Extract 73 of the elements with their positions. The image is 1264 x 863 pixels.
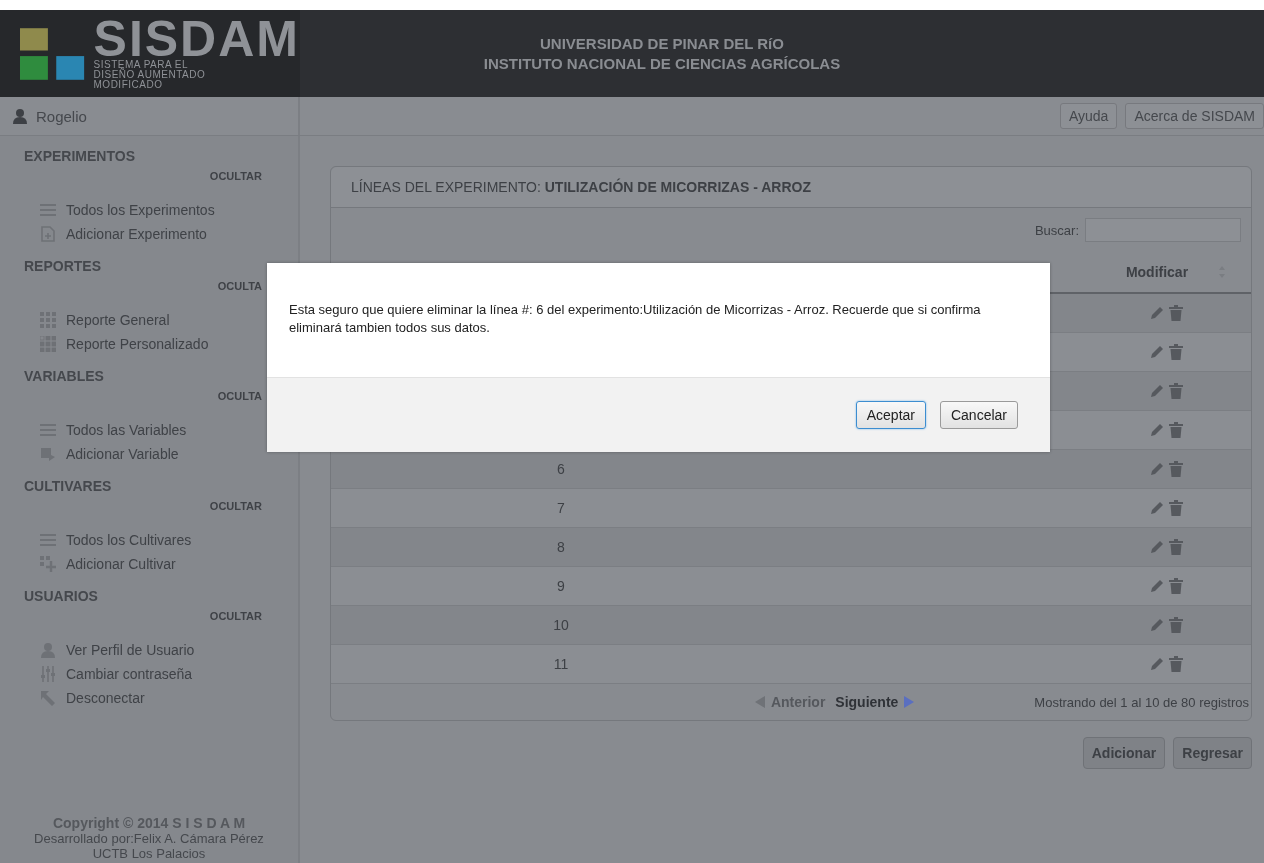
- pencil-icon[interactable]: [1149, 305, 1165, 321]
- institution-name: INSTITUTO NACIONAL DE CIENCIAS AGRÍCOLAS: [483, 53, 841, 74]
- logo-title: SISDAM: [93, 17, 300, 60]
- trash-icon[interactable]: [1169, 344, 1183, 360]
- logo-subtitle: MODIFICADO: [93, 79, 164, 90]
- grid-icon: [40, 336, 56, 352]
- table-cell: 6: [557, 461, 565, 477]
- action-button[interactable]: Regresar: [1173, 737, 1252, 769]
- hide-link[interactable]: OCULTA: [217, 390, 262, 402]
- sidebar-item[interactable]: Reporte Personalizado: [66, 336, 209, 352]
- table-cell: 7: [557, 500, 565, 516]
- pencil-icon[interactable]: [1149, 344, 1165, 360]
- section-title: REPORTES: [24, 258, 102, 274]
- trash-icon[interactable]: [1169, 422, 1183, 438]
- hide-link[interactable]: OCULTA: [217, 280, 262, 292]
- header-button[interactable]: Acerca de SISDAM: [1125, 103, 1264, 129]
- tag-icon: [40, 446, 56, 462]
- table-cell: 10: [553, 617, 569, 633]
- trash-icon[interactable]: [1169, 383, 1183, 399]
- sidebar-item[interactable]: Adicionar Variable: [66, 446, 179, 462]
- organization-text: UCTB Los Palacios: [92, 846, 206, 861]
- search-label: Buscar:: [1034, 222, 1079, 238]
- trash-icon[interactable]: [1169, 461, 1183, 477]
- sidebar-item[interactable]: Reporte General: [66, 312, 170, 328]
- header-button[interactable]: Ayuda: [1059, 103, 1118, 129]
- pencil-icon[interactable]: [1149, 539, 1165, 555]
- table-cell: 9: [557, 578, 565, 594]
- pencil-icon[interactable]: [1149, 500, 1165, 516]
- user-icon: [12, 108, 28, 124]
- sidebar-item[interactable]: Todos los Experimentos: [66, 202, 215, 218]
- trash-icon[interactable]: [1169, 578, 1183, 594]
- section-title: CULTIVARES: [24, 478, 113, 494]
- sidebar-item[interactable]: Todos los Cultivares: [66, 532, 192, 548]
- trash-icon[interactable]: [1169, 500, 1183, 516]
- section-title: EXPERIMENTOS: [24, 148, 136, 164]
- right-arrow-icon: [904, 696, 915, 708]
- sidebar-item[interactable]: Desconectar: [66, 690, 145, 706]
- pencil-icon[interactable]: [1149, 578, 1165, 594]
- trash-icon[interactable]: [1169, 656, 1183, 672]
- trash-icon[interactable]: [1169, 539, 1183, 555]
- section-title: VARIABLES: [24, 368, 105, 384]
- left-arrow-icon: [754, 696, 765, 708]
- column-header[interactable]: Modificar: [1081, 252, 1251, 292]
- hide-link[interactable]: OCULTAR: [209, 500, 262, 512]
- trash-icon[interactable]: [1169, 305, 1183, 321]
- section-title: USUARIOS: [24, 588, 99, 604]
- table-cell: 11: [553, 656, 569, 672]
- next-page-link[interactable]: Siguiente: [835, 694, 915, 710]
- logo-subtitle: DISEÑO AUMENTADO: [93, 69, 207, 80]
- records-info: Mostrando del 1 al 10 de 80 registros: [1034, 694, 1250, 710]
- sidebar-item[interactable]: Todos las Variables: [66, 422, 187, 438]
- user-name: Rogelio: [36, 107, 87, 125]
- credit-text: Desarrollado por:Felix A. Cámara Pérez: [34, 831, 264, 846]
- hide-link[interactable]: OCULTAR: [209, 610, 262, 622]
- sidebar-item[interactable]: Ver Perfil de Usuario: [66, 642, 195, 658]
- sidebar-item[interactable]: Cambiar contraseña: [66, 666, 193, 682]
- logo-subtitle: SISTEMA PARA EL: [93, 59, 190, 70]
- dialog-button[interactable]: Aceptar: [855, 401, 926, 429]
- hide-link[interactable]: OCULTAR: [209, 170, 262, 182]
- panel-title: LÍNEAS DEL EXPERIMENTO: UTILIZACIÓN DE MICORRIZAS - ARROZ: [351, 179, 811, 195]
- pencil-icon[interactable]: [1149, 383, 1165, 399]
- action-button[interactable]: Adicionar: [1082, 737, 1166, 769]
- institution-name: UNIVERSIDAD DE PINAR DEL RíO: [540, 33, 784, 54]
- sidebar-item[interactable]: Adicionar Cultivar: [66, 556, 176, 572]
- pencil-icon[interactable]: [1149, 656, 1165, 672]
- sidebar-item[interactable]: Adicionar Experimento: [66, 226, 207, 242]
- pencil-icon[interactable]: [1149, 617, 1165, 633]
- dialog-message: Esta seguro que quiere eliminar la línea #: 6 del experimento:Utilización de Micorrizas - Arroz. Recuerde que si confirma eliminará tambien todos sus datos.: [289, 301, 982, 337]
- table-cell: 8: [557, 539, 565, 555]
- pencil-icon[interactable]: [1149, 461, 1165, 477]
- pencil-icon[interactable]: [1149, 422, 1165, 438]
- dialog-button[interactable]: Cancelar: [939, 401, 1018, 429]
- trash-icon[interactable]: [1169, 617, 1183, 633]
